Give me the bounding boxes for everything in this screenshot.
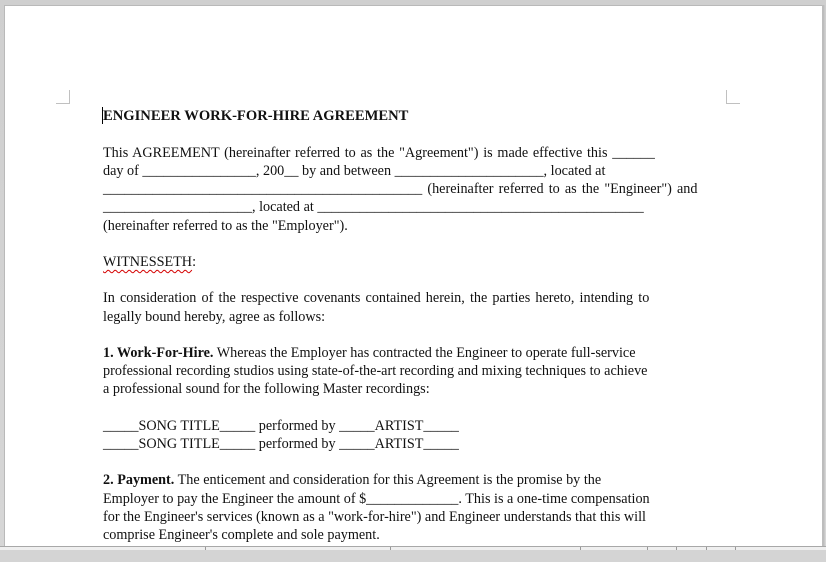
document-body[interactable]: ENGINEER WORK-FOR-HIRE AGREEMENT This AG…	[103, 107, 723, 562]
margin-corner-mark-top-right	[726, 90, 740, 104]
song-list: _____SONG TITLE_____ performed by _____A…	[103, 417, 723, 453]
margin-corner-mark-top-left	[56, 90, 70, 104]
intro-line: ________________________________________…	[103, 181, 698, 198]
section-2-line: for the Engineer's services (known as a …	[103, 508, 646, 525]
witnesseth-heading: WITNESSETH:	[103, 253, 723, 271]
consideration-paragraph: In consideration of the respective coven…	[103, 289, 723, 325]
section-1-line: professional recording studios using sta…	[103, 363, 648, 380]
document-title: ENGINEER WORK-FOR-HIRE AGREEMENT	[103, 108, 409, 124]
witnesseth-word[interactable]: WITNESSETH	[103, 254, 192, 270]
song-line: _____SONG TITLE_____ performed by _____A…	[103, 417, 459, 434]
section-1-line: Whereas the Employer has contracted the …	[213, 344, 636, 361]
section-2-line: Employer to pay the Engineer the amount …	[103, 490, 650, 507]
consideration-line: legally bound hereby, agree as follows:	[103, 308, 326, 325]
section-1-heading: 1. Work-For-Hire.	[103, 344, 214, 361]
consideration-line: In consideration of the respective coven…	[103, 290, 650, 307]
document-page[interactable]: ENGINEER WORK-FOR-HIRE AGREEMENT This AG…	[4, 5, 822, 546]
intro-line: _____________________, located at ______…	[103, 199, 644, 216]
section-2-line: comprise Engineer's complete and sole pa…	[103, 526, 380, 543]
song-line: _____SONG TITLE_____ performed by _____A…	[103, 435, 459, 452]
intro-line: This AGREEMENT (hereinafter referred to …	[103, 144, 655, 161]
status-bar	[0, 546, 826, 550]
document-workspace: ENGINEER WORK-FOR-HIRE AGREEMENT This AG…	[0, 0, 826, 550]
intro-line: (hereinafter referred to as the "Employe…	[103, 217, 348, 234]
section-2-line: The enticement and consideration for thi…	[174, 472, 602, 489]
section-2-heading: 2. Payment.	[103, 472, 175, 489]
section-2-paragraph: 2. Payment. The enticement and considera…	[103, 471, 723, 544]
intro-line: day of ________________, 200__ by and be…	[103, 163, 606, 179]
section-1-line: a professional sound for the following M…	[103, 381, 430, 398]
section-1-paragraph: 1. Work-For-Hire. Whereas the Employer h…	[103, 344, 723, 399]
intro-paragraph: This AGREEMENT (hereinafter referred to …	[103, 144, 723, 235]
section-2-first-line: 2. Payment. The enticement and considera…	[103, 471, 723, 489]
witnesseth-colon: :	[192, 254, 197, 270]
section-1-first-line: 1. Work-For-Hire. Whereas the Employer h…	[103, 344, 723, 362]
